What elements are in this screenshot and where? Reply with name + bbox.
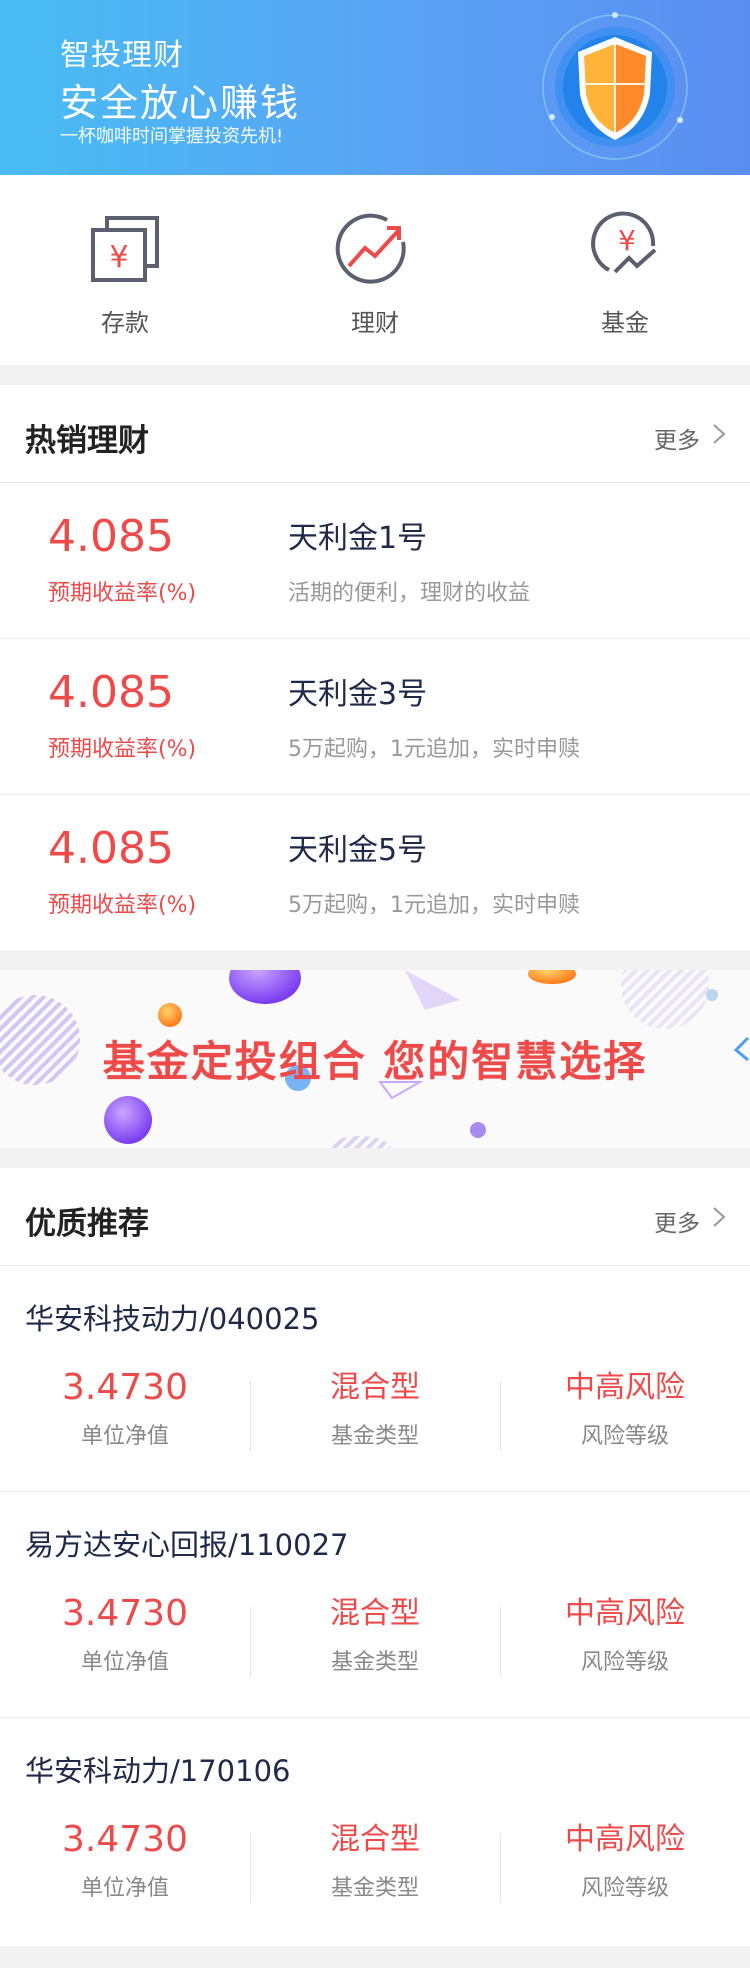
fund-row[interactable]: 华安科动力/170106 3.4730 单位净值 混合型 基金类型 中高风险 风… — [0, 1718, 750, 1944]
promo-slogan: 基金定投组合 您的智慧选择 — [102, 1037, 648, 1086]
product-rate-label: 预期收益率(%) — [48, 581, 197, 606]
fund-nav: 3.4730 单位净值 — [0, 1366, 250, 1450]
fund-row[interactable]: 华安科技动力/040025 3.4730 单位净值 混合型 基金类型 中高风险 … — [0, 1266, 750, 1492]
fund-risk-label: 风险等级 — [580, 1424, 669, 1449]
promo-banner[interactable]: 基金定投组合 您的智慧选择 — [0, 970, 750, 1148]
product-rate: 4.085 — [48, 667, 174, 718]
hero-subtitle: 智投理财 — [60, 38, 184, 73]
quick-entry-row: ¥ 存款 理财 ¥ 基金 — [0, 175, 750, 365]
product-row[interactable]: 4.085 预期收益率(%) 天利金1号 活期的便利，理财的收益 — [0, 483, 750, 639]
product-name: 天利金3号 — [288, 677, 428, 712]
quick-entry-label: 理财 — [351, 309, 399, 337]
product-rate: 4.085 — [48, 823, 174, 874]
section-header: 热销理财 更多 — [0, 385, 750, 483]
fund-type-value: 混合型 — [330, 1596, 420, 1631]
trend-chart-icon — [335, 210, 415, 290]
hero-title: 安全放心赚钱 — [60, 81, 301, 125]
product-rate: 4.085 — [48, 511, 174, 562]
fund-risk-value: 中高风险 — [565, 1596, 685, 1631]
fund-type-label: 基金类型 — [330, 1650, 419, 1675]
fund-risk: 中高风险 风险等级 — [500, 1366, 750, 1450]
product-rate-label: 预期收益率(%) — [48, 737, 197, 762]
hot-products-section: 热销理财 更多 4.085 预期收益率(%) 天利金1号 活期的便利，理财的收益… — [0, 385, 750, 950]
more-link[interactable]: 更多 — [654, 1204, 700, 1238]
fund-nav: 3.4730 单位净值 — [0, 1818, 250, 1902]
fund-name: 华安科动力/170106 — [25, 1754, 291, 1788]
svg-text:¥: ¥ — [109, 240, 128, 275]
fund-type: 混合型 基金类型 — [250, 1366, 500, 1450]
quick-entry-fund[interactable]: ¥ 基金 — [500, 175, 750, 365]
hero-banner: 智投理财 安全放心赚钱 一杯咖啡时间掌握投资先机! — [0, 0, 750, 175]
fund-nav: 3.4730 单位净值 — [0, 1592, 250, 1676]
more-link[interactable]: 更多 — [654, 421, 700, 455]
fund-row[interactable]: 易方达安心回报/110027 3.4730 单位净值 混合型 基金类型 中高风险… — [0, 1492, 750, 1718]
fund-type-value: 混合型 — [330, 1370, 420, 1405]
recommend-section: 优质推荐 更多 华安科技动力/040025 3.4730 单位净值 混合型 基金… — [0, 1168, 750, 1946]
hero-tagline: 一杯咖啡时间掌握投资先机! — [60, 126, 284, 147]
fund-risk-label: 风险等级 — [580, 1876, 669, 1901]
fund-type-label: 基金类型 — [330, 1424, 419, 1449]
fund-nav-label: 单位净值 — [80, 1876, 169, 1901]
fund-type: 混合型 基金类型 — [250, 1592, 500, 1676]
product-name: 天利金1号 — [288, 521, 428, 556]
fund-yen-cycle-icon: ¥ — [585, 210, 665, 290]
fund-nav-label: 单位净值 — [80, 1424, 169, 1449]
fund-risk: 中高风险 风险等级 — [500, 1592, 750, 1676]
quick-entry-wealth[interactable]: 理财 — [250, 175, 500, 365]
section-header: 优质推荐 更多 — [0, 1168, 750, 1266]
fund-nav-value: 3.4730 — [62, 1819, 188, 1860]
fund-type-value: 混合型 — [330, 1822, 420, 1857]
quick-entry-label: 存款 — [101, 309, 149, 337]
fund-risk: 中高风险 风险等级 — [500, 1818, 750, 1902]
fund-name: 华安科技动力/040025 — [25, 1302, 320, 1336]
quick-entry-label: 基金 — [601, 309, 649, 337]
fund-risk-value: 中高风险 — [565, 1370, 685, 1405]
chevron-right-icon[interactable] — [710, 423, 728, 445]
fund-nav-label: 单位净值 — [80, 1650, 169, 1675]
svg-text:¥: ¥ — [618, 224, 636, 257]
quick-entry-deposit[interactable]: ¥ 存款 — [0, 175, 250, 365]
fund-type-label: 基金类型 — [330, 1876, 419, 1901]
fund-nav-value: 3.4730 — [62, 1367, 188, 1408]
fund-risk-label: 风险等级 — [580, 1650, 669, 1675]
product-row[interactable]: 4.085 预期收益率(%) 天利金5号 5万起购，1元追加，实时申赎 — [0, 795, 750, 951]
section-title: 优质推荐 — [25, 1206, 149, 1242]
deposit-yen-icon: ¥ — [85, 210, 165, 290]
product-name: 天利金5号 — [288, 833, 428, 868]
product-desc: 5万起购，1元追加，实时申赎 — [288, 737, 580, 762]
product-desc: 5万起购，1元追加，实时申赎 — [288, 893, 580, 918]
product-desc: 活期的便利，理财的收益 — [288, 581, 531, 606]
fund-risk-value: 中高风险 — [565, 1822, 685, 1857]
security-shield-icon — [540, 12, 690, 162]
product-rate-label: 预期收益率(%) — [48, 893, 197, 918]
fund-nav-value: 3.4730 — [62, 1593, 188, 1634]
chevron-right-icon[interactable] — [710, 1206, 728, 1228]
product-row[interactable]: 4.085 预期收益率(%) 天利金3号 5万起购，1元追加，实时申赎 — [0, 639, 750, 795]
section-title: 热销理财 — [25, 423, 149, 459]
fund-type: 混合型 基金类型 — [250, 1818, 500, 1902]
fund-name: 易方达安心回报/110027 — [25, 1528, 349, 1562]
